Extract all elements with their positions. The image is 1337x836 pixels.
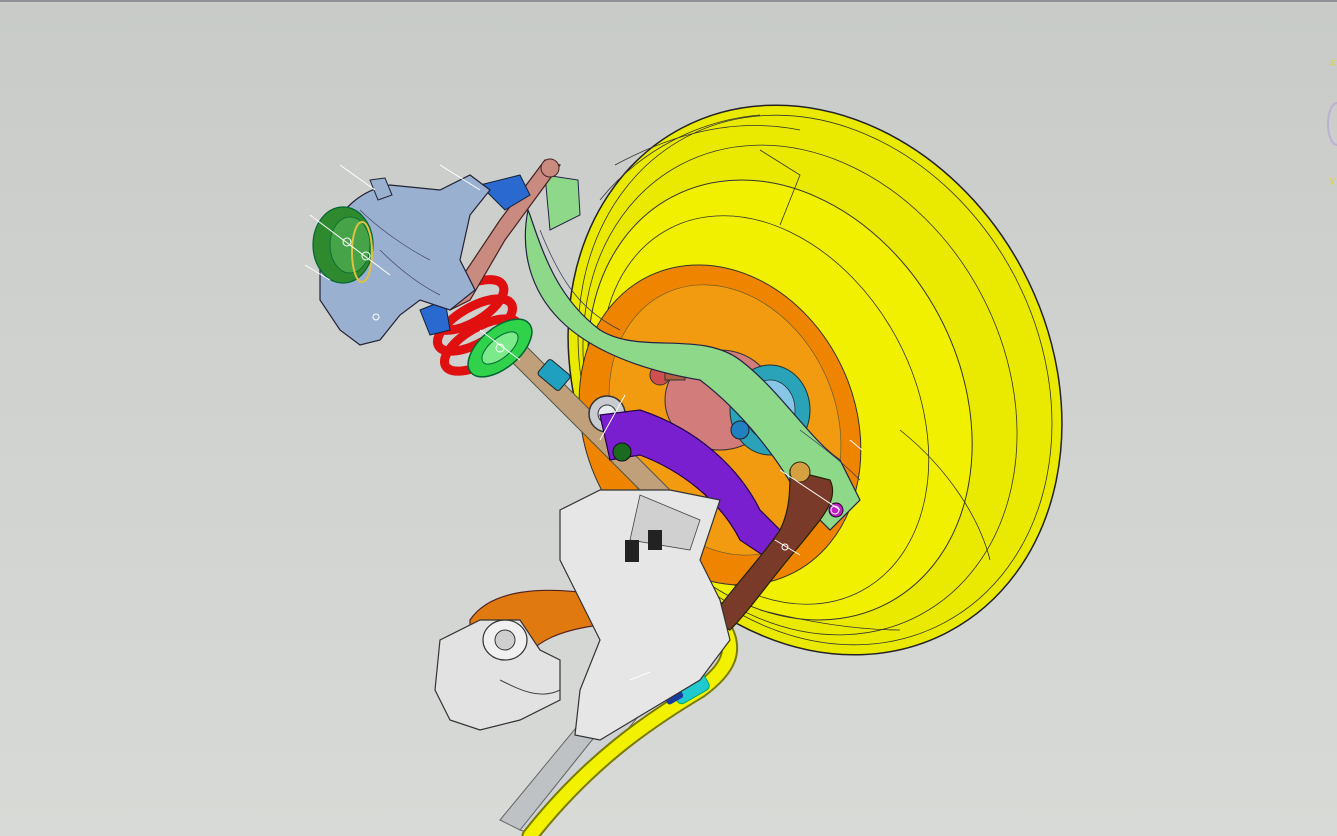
compass-axis-y-label: y <box>1329 176 1335 186</box>
compass-arc <box>1327 102 1337 146</box>
3d-cad-viewport[interactable]: z y <box>0 0 1337 836</box>
suspension-assembly-model[interactable] <box>0 0 1337 836</box>
top-mount-bushing[interactable] <box>312 206 374 284</box>
compass-axis-z-label: z <box>1330 58 1335 68</box>
compass-icon[interactable]: z y <box>1323 52 1337 202</box>
